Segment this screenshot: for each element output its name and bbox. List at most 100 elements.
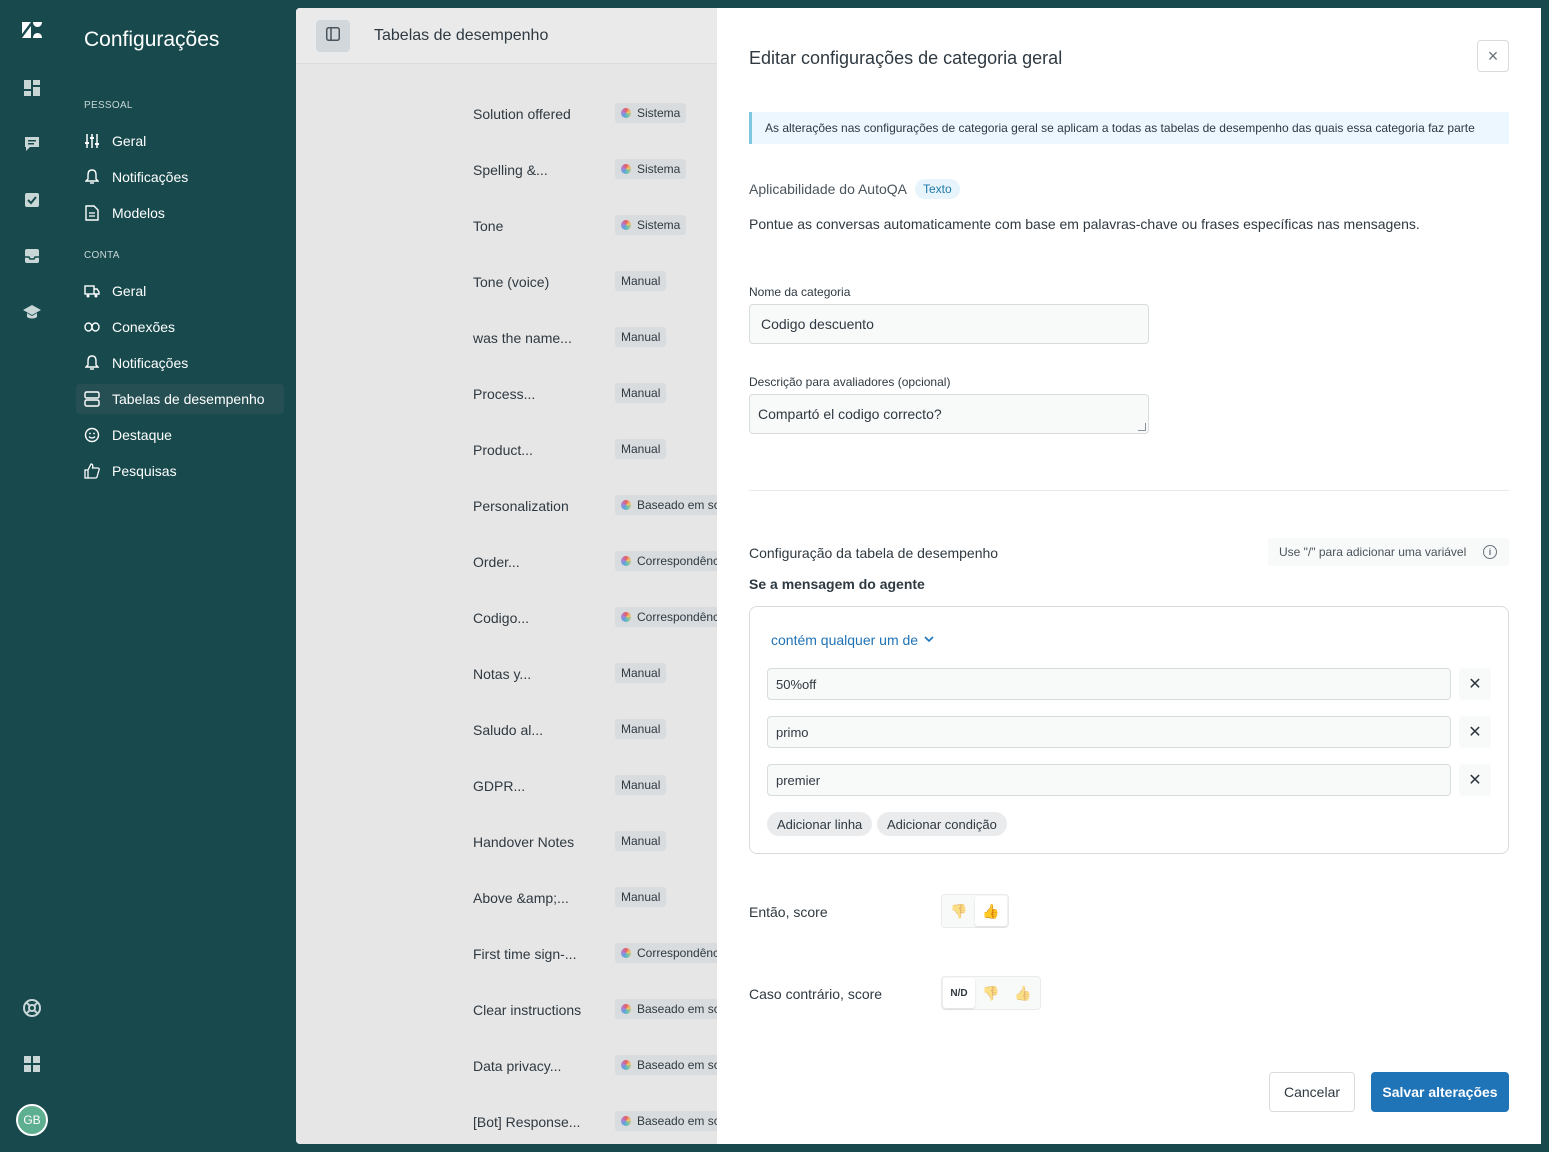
apps-icon[interactable] xyxy=(20,1052,44,1076)
keyword-input[interactable]: 50%off xyxy=(767,668,1451,700)
keyword-input[interactable]: primo xyxy=(767,716,1451,748)
badge-label: Manual xyxy=(621,834,661,848)
badge-label: Manual xyxy=(621,890,661,904)
add-condition-button[interactable]: Adicionar condição xyxy=(877,812,1007,836)
resize-handle[interactable] xyxy=(1138,423,1146,431)
table-row[interactable]: was the name... Manual xyxy=(296,312,717,368)
save-button[interactable]: Salvar alterações xyxy=(1371,1072,1509,1112)
table-row[interactable]: Spelling &... Sistema xyxy=(296,144,717,200)
not-applicable-option[interactable]: N/D xyxy=(943,978,975,1008)
info-icon[interactable]: i xyxy=(1483,545,1497,559)
table-row[interactable]: Above &amp;... Manual xyxy=(296,872,717,928)
category-name-input[interactable]: Codigo descuento xyxy=(749,304,1149,344)
dashboard-icon[interactable] xyxy=(20,76,44,100)
chevron-down-icon xyxy=(924,634,934,646)
sidebar-item-label: Geral xyxy=(112,283,147,299)
sidebar-item-connections[interactable]: Conexões xyxy=(76,312,284,342)
category-name: Process... xyxy=(473,386,536,402)
inbox-icon[interactable] xyxy=(20,244,44,268)
table-row[interactable]: [Bot] Response... Baseado em so xyxy=(296,1096,727,1144)
sidebar-item-surveys[interactable]: Pesquisas xyxy=(76,456,284,486)
sidebar-item-personal-notifications[interactable]: Notificações xyxy=(76,162,284,192)
category-type-badge: Correspondênc xyxy=(615,607,726,627)
table-row[interactable]: Product... Manual xyxy=(296,424,717,480)
sidebar-item-account-notifications[interactable]: Notificações xyxy=(76,348,284,378)
divider xyxy=(749,490,1509,491)
thumbs-up-icon[interactable]: 👍 xyxy=(1007,978,1039,1008)
table-row[interactable]: First time sign-... Correspondênc xyxy=(296,928,726,984)
table-row[interactable]: Order... Correspondênc xyxy=(296,536,726,592)
panel-left-icon xyxy=(326,26,340,46)
table-row[interactable]: GDPR... Manual xyxy=(296,760,717,816)
table-row[interactable]: Tone (voice) Manual xyxy=(296,256,717,312)
table-row[interactable]: Handover Notes Manual xyxy=(296,816,717,872)
badge-label: Sistema xyxy=(637,218,681,232)
autoqa-icon xyxy=(621,1060,631,1070)
sidebar-toggle-button[interactable] xyxy=(316,20,350,52)
badge-label: Manual xyxy=(621,274,661,288)
autoqa-description: Pontue as conversas automaticamente com … xyxy=(749,216,1420,232)
close-button[interactable]: × xyxy=(1477,40,1509,72)
remove-keyword-button[interactable]: ✕ xyxy=(1459,764,1491,796)
sidebar-item-label: Pesquisas xyxy=(112,463,177,479)
table-row[interactable]: Saludo al... Manual xyxy=(296,704,717,760)
document-icon xyxy=(84,205,100,221)
sidebar-item-personal-general[interactable]: Geral xyxy=(76,126,284,156)
variable-hint-text: Use "/" para adicionar uma variável xyxy=(1279,545,1467,559)
category-type-badge: Correspondênc xyxy=(615,551,726,571)
category-name: Codigo... xyxy=(473,610,530,626)
autoqa-icon xyxy=(621,612,631,622)
then-score-selector: 👎 👍 xyxy=(941,894,1009,928)
table-row[interactable]: Data privacy... Baseado em so xyxy=(296,1040,727,1096)
remove-keyword-button[interactable]: ✕ xyxy=(1459,716,1491,748)
table-row[interactable]: Solution offered Sistema xyxy=(296,88,717,144)
avatar[interactable]: GB xyxy=(16,1104,48,1136)
keyword-input[interactable]: premier xyxy=(767,764,1451,796)
zendesk-logo-icon[interactable] xyxy=(20,18,44,42)
table-row[interactable]: Clear instructions Baseado em so xyxy=(296,984,727,1040)
table-row[interactable]: Codigo... Correspondênc xyxy=(296,592,726,648)
category-name: Spelling &... xyxy=(473,162,548,178)
add-line-button[interactable]: Adicionar linha xyxy=(767,812,873,836)
page-title: Tabelas de desempenho xyxy=(374,27,549,44)
table-icon xyxy=(84,391,100,407)
thumbs-down-icon[interactable]: 👎 xyxy=(943,896,975,926)
cancel-button[interactable]: Cancelar xyxy=(1269,1072,1355,1112)
category-name-label: Nome da categoria xyxy=(749,285,851,299)
thumbs-down-icon[interactable]: 👎 xyxy=(975,978,1007,1008)
table-row[interactable]: Tone Sistema xyxy=(296,200,717,256)
category-name: Notas y... xyxy=(473,666,532,682)
badge-label: Baseado em so xyxy=(637,1058,721,1072)
operator-dropdown[interactable]: contém qualquer um de xyxy=(771,632,934,648)
category-type-badge: Manual xyxy=(615,383,667,403)
conversations-icon[interactable] xyxy=(20,132,44,156)
sidebar-item-scorecards[interactable]: Tabelas de desempenho xyxy=(76,384,284,414)
tasks-icon[interactable] xyxy=(20,188,44,212)
description-textarea[interactable]: Compartó el codigo correcto? xyxy=(749,394,1149,434)
table-row[interactable]: Notas y... Manual xyxy=(296,648,717,704)
thumbs-up-icon[interactable]: 👍 xyxy=(975,896,1007,926)
remove-keyword-button[interactable]: ✕ xyxy=(1459,668,1491,700)
table-row[interactable]: Process... Manual xyxy=(296,368,717,424)
autoqa-label: Aplicabilidade do AutoQA xyxy=(749,181,907,197)
sidebar-item-account-general[interactable]: Geral xyxy=(76,276,284,306)
bell-icon xyxy=(84,355,100,371)
autoqa-icon xyxy=(621,500,631,510)
category-type-badge: Manual xyxy=(615,831,667,851)
settings-sidebar: Configurações PESSOAL Geral Notificações… xyxy=(64,0,296,1152)
category-name: Above &amp;... xyxy=(473,890,569,906)
category-name: Tone xyxy=(473,218,504,234)
coaching-icon[interactable] xyxy=(20,300,44,324)
sidebar-item-label: Modelos xyxy=(112,205,165,221)
operator-value: contém qualquer um de xyxy=(771,632,919,648)
help-icon[interactable] xyxy=(20,996,44,1020)
autoqa-icon xyxy=(621,556,631,566)
sidebar-item-spotlight[interactable]: Destaque xyxy=(76,420,284,450)
badge-label: Correspondênc xyxy=(637,946,720,960)
category-name: First time sign-... xyxy=(473,946,577,962)
condition-box: contém qualquer um de 50%off ✕ primo ✕ p… xyxy=(749,606,1509,854)
category-type-badge: Manual xyxy=(615,663,667,683)
table-row[interactable]: Personalization Baseado em so xyxy=(296,480,727,536)
badge-label: Manual xyxy=(621,442,661,456)
sidebar-item-templates[interactable]: Modelos xyxy=(76,198,284,228)
